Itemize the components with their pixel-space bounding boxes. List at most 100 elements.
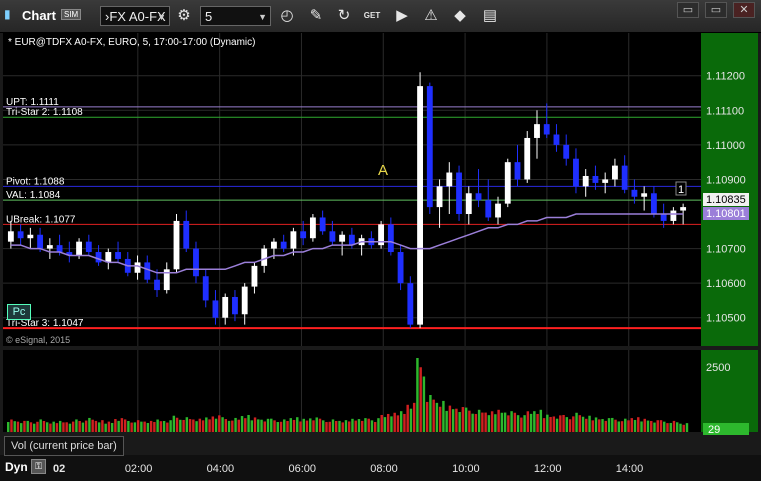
volume-bar <box>331 419 335 432</box>
volume-bar <box>396 415 400 432</box>
candle-body <box>212 300 219 318</box>
volume-bar <box>78 420 81 432</box>
candle-body <box>631 189 638 197</box>
volume-bar <box>468 410 471 432</box>
volume-bar <box>685 423 689 432</box>
volume-bar <box>71 421 75 432</box>
chart-subtitle: * EUR@TDFX A0-FX, EURO, 5, 17:00-17:00 (… <box>8 37 256 48</box>
volume-bar <box>464 407 468 432</box>
price-tick-label: 1.10900 <box>706 174 746 186</box>
candle-body <box>504 162 511 204</box>
candle-body <box>456 172 462 215</box>
volume-bar <box>679 423 682 432</box>
volume-bar <box>188 419 192 432</box>
volume-bar <box>315 417 318 432</box>
volume-bar <box>192 419 195 432</box>
volume-bar <box>425 401 429 432</box>
volume-bar <box>195 421 198 432</box>
candle-body <box>193 248 199 277</box>
candle-body <box>465 193 472 215</box>
volume-bar <box>624 418 627 432</box>
candle-body <box>563 144 570 159</box>
volume-bar <box>546 414 549 432</box>
volume-bar <box>516 415 520 432</box>
volume-study-tab[interactable]: Vol (current price bar) <box>4 436 124 456</box>
time-label: 02:00 <box>125 463 153 475</box>
volume-bar <box>42 420 46 432</box>
volume-bar <box>481 412 484 432</box>
volume-bar <box>575 412 578 432</box>
price-tick-label: 1.11000 <box>706 140 745 152</box>
volume-bar <box>594 417 598 432</box>
volume-bar <box>231 420 234 432</box>
volume-bar <box>270 418 273 432</box>
volume-bar <box>244 418 247 432</box>
volume-bar <box>477 409 481 432</box>
candle-body <box>76 241 82 256</box>
volume-bar <box>91 419 94 432</box>
pc-button[interactable]: Pc <box>7 304 31 320</box>
candle-body <box>300 231 307 239</box>
candle-body <box>436 186 443 208</box>
volume-bar <box>13 421 16 432</box>
volume-bar <box>81 422 85 432</box>
volume-bar <box>354 420 357 432</box>
volume-bar <box>26 420 29 432</box>
lock-icon[interactable]: ⚿ <box>31 459 46 474</box>
volume-bar <box>367 418 370 432</box>
volume-bar <box>114 419 117 432</box>
candle-body <box>612 165 618 180</box>
time-label: 02 <box>53 463 65 475</box>
candle-body <box>660 214 667 221</box>
volume-bar <box>36 421 39 432</box>
candle-body <box>495 203 501 218</box>
volume-bar <box>201 420 205 432</box>
volume-bar <box>458 412 461 432</box>
volume-bar <box>84 420 88 432</box>
volume-bar <box>107 421 111 432</box>
volume-bar <box>104 423 107 432</box>
volume-bar <box>656 420 659 432</box>
candle-body <box>290 231 297 249</box>
candle-body <box>339 234 346 242</box>
volume-bar <box>412 402 416 432</box>
volume-bar <box>513 412 517 432</box>
volume-bar <box>455 408 458 432</box>
candle-body <box>105 252 112 263</box>
volume-last-tag: 29 <box>708 424 720 436</box>
volume-bar <box>49 423 52 432</box>
volume-bar <box>471 413 474 432</box>
volume-bar <box>451 409 455 432</box>
volume-bar <box>341 422 344 432</box>
volume-bar <box>117 420 120 432</box>
volume-bar <box>309 418 312 432</box>
volume-bar <box>182 419 185 432</box>
volume-bar <box>445 410 448 432</box>
price-tick-label: 1.11100 <box>706 105 744 117</box>
volume-bar <box>539 409 543 432</box>
candle-body <box>144 262 151 280</box>
volume-bar <box>601 419 604 432</box>
volume-bar <box>474 413 478 432</box>
level-label: UPT: 1.1111 <box>6 97 59 108</box>
volume-bar <box>133 422 137 432</box>
volume-bar <box>633 419 637 432</box>
volume-bar <box>377 418 380 432</box>
candle-body <box>261 248 268 266</box>
volume-bar <box>348 421 351 432</box>
volume-bar <box>383 417 387 432</box>
volume-bar <box>380 414 383 432</box>
volume-bar <box>373 422 377 432</box>
time-label: 10:00 <box>452 463 480 475</box>
volume-bar <box>549 416 552 432</box>
volume-bar <box>500 412 504 432</box>
volume-bar <box>198 418 202 432</box>
volume-bar <box>364 418 367 432</box>
candle-body <box>543 124 550 135</box>
volume-bar <box>32 423 36 432</box>
volume-bar <box>529 413 533 432</box>
volume-bar <box>253 417 257 432</box>
candle-body <box>329 231 336 242</box>
dynamic-label[interactable]: Dyn <box>5 460 28 474</box>
volume-bar <box>172 415 176 432</box>
